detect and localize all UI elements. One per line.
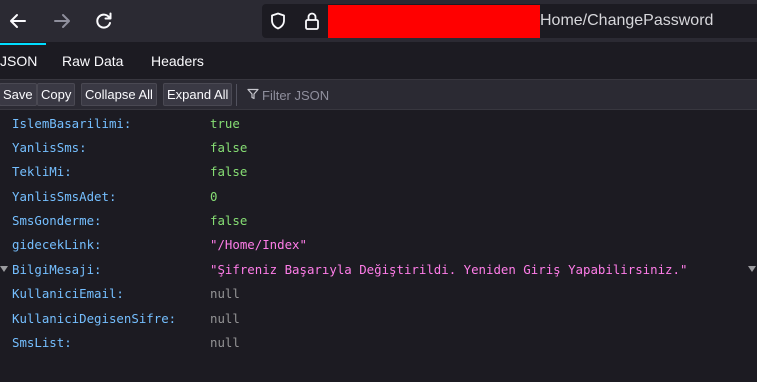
json-key: IslemBasarilimi: [12,116,132,131]
json-value: "/Home/Index" [210,237,307,252]
forward-button[interactable] [48,7,76,35]
filter-json-input[interactable] [262,85,742,105]
json-key: KullaniciEmail: [12,286,124,301]
copy-button[interactable]: Copy [37,83,76,106]
json-row[interactable]: YanlisSmsAdet: 0 [0,184,757,208]
json-viewer: IslemBasarilimi: true YanlisSms: false T… [0,111,757,382]
address-bar[interactable]: Home/ChangePassword [262,4,757,38]
json-key: YanlisSmsAdet: [12,189,117,204]
expand-toggle-icon[interactable] [748,266,756,272]
json-row[interactable]: IslemBasarilimi: true [0,111,757,135]
toolbar-divider [236,84,237,106]
json-key: KullaniciDegisenSifre: [12,311,177,326]
active-tab-indicator [0,43,46,45]
json-value: false [210,213,248,228]
expand-toggle-icon[interactable] [0,266,8,272]
json-key: gidecekLink: [12,237,102,252]
json-row[interactable]: SmsGonderme: false [0,208,757,232]
lock-icon[interactable] [304,12,320,30]
json-row[interactable]: KullaniciDegisenSifre: null [0,306,757,330]
reload-button[interactable] [90,7,118,35]
json-key: SmsGonderme: [12,213,102,228]
json-key: TekliMi: [12,164,72,179]
save-button[interactable]: Save [0,83,37,106]
json-value: false [210,164,248,179]
reload-icon [96,12,112,29]
arrow-right-icon [54,14,70,28]
json-key: BilgiMesaji: [12,262,102,277]
json-value: null [210,286,240,301]
tab-raw-data[interactable]: Raw Data [62,53,123,69]
viewer-tabs: JSON Raw Data Headers [0,42,757,80]
json-key: SmsList: [12,335,72,350]
json-row-expandable[interactable]: BilgiMesaji: "Şifreniz Başarıyla Değişti… [0,257,757,281]
json-value: null [210,335,240,350]
tab-json[interactable]: JSON [0,53,37,69]
shield-icon[interactable] [270,12,286,30]
json-key: YanlisSms: [12,140,87,155]
filter-icon [247,88,259,100]
json-value: 0 [210,189,218,204]
json-row[interactable]: TekliMi: false [0,159,757,183]
json-row[interactable]: KullaniciEmail: null [0,281,757,305]
tab-headers[interactable]: Headers [151,53,204,69]
browser-toolbar: Home/ChangePassword [0,0,757,42]
expand-all-button[interactable]: Expand All [163,83,233,106]
arrow-left-icon [10,14,26,28]
json-row[interactable]: gidecekLink: "/Home/Index" [0,232,757,256]
redacted-domain [328,5,540,38]
url-path: Home/ChangePassword [540,12,714,29]
json-value: false [210,140,248,155]
back-button[interactable] [4,7,32,35]
json-value: "Şifreniz Başarıyla Değiştirildi. Yenide… [210,262,688,277]
json-row[interactable]: SmsList: null [0,330,757,354]
json-row[interactable]: YanlisSms: false [0,135,757,159]
json-toolbar: Save Copy Collapse All Expand All [0,80,757,110]
json-value: true [210,116,240,131]
collapse-all-button[interactable]: Collapse All [81,83,157,106]
json-value: null [210,311,240,326]
